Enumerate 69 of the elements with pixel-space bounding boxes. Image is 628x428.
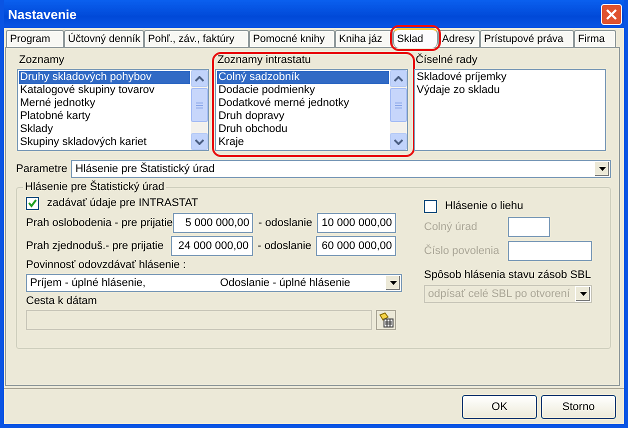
list-item[interactable]: Výdaje zo skladu	[416, 84, 604, 97]
tab[interactable]: Pohľ., záv., faktúry	[144, 30, 249, 47]
field-label: Parametre	[16, 162, 68, 176]
list-label: Číselné rady	[414, 54, 478, 67]
field-label: - odoslanie	[258, 240, 312, 252]
tab[interactable]: Firma	[574, 30, 616, 47]
list-item[interactable]: Druh dopravy	[217, 110, 389, 123]
scroll-down-icon[interactable]	[394, 138, 403, 144]
scrollbar[interactable]	[390, 70, 407, 150]
number-field[interactable]: 60 000 000,00	[316, 236, 396, 256]
close-icon	[606, 8, 617, 20]
list-label: Zoznamy	[18, 54, 66, 67]
parameter-dropdown[interactable]: Hlásenie pre Štatistický úrad	[71, 160, 611, 178]
grip-icon[interactable]	[196, 102, 204, 108]
text-field[interactable]	[508, 241, 592, 261]
field-label: Povinnosť odovzdávať hlásenie :	[26, 259, 187, 272]
field-label: Colný úrad	[424, 220, 478, 234]
grip-icon[interactable]	[394, 102, 402, 108]
field-label: Spôsob hlásenia stavu zásob SBL	[424, 269, 592, 282]
tab[interactable]: Účtovný denník	[64, 30, 144, 47]
group-title: Hlásenie pre Štatistický úrad	[23, 181, 166, 194]
dropdown-arrow-icon	[598, 167, 606, 171]
close-button[interactable]	[601, 4, 622, 24]
field-label: Prah oslobodenia - pre prijatie	[26, 216, 173, 230]
list-label: Zoznamy intrastatu	[216, 54, 312, 67]
scroll-up-icon[interactable]	[195, 76, 204, 82]
number-field[interactable]: 24 000 000,00	[171, 236, 253, 256]
list-item[interactable]: Dodacie podmienky	[217, 84, 389, 97]
list-item[interactable]: Katalogové skupiny tovarov	[19, 84, 190, 97]
checkbox[interactable]	[26, 197, 39, 210]
list-item[interactable]: Merné jednotky	[19, 97, 190, 110]
list-item[interactable]: Colný sadzobník	[217, 71, 389, 84]
tab[interactable]: Sklad	[393, 28, 438, 48]
number-field[interactable]: 5 000 000,00	[172, 213, 254, 233]
field-label: Číslo povolenia	[424, 244, 500, 258]
list-item[interactable]: Skladové príjemky	[416, 71, 604, 84]
scroll-up-icon[interactable]	[394, 76, 403, 82]
list-item[interactable]: Druh obchodu	[217, 123, 389, 136]
list-item[interactable]: Druhy skladových pohybov	[19, 71, 190, 84]
scroll-down-icon[interactable]	[195, 138, 204, 144]
window-title: Nastavenie	[8, 8, 77, 20]
folder-browse-icon[interactable]	[376, 310, 396, 330]
list-item[interactable]: Dodatkové merné jednotky	[217, 97, 389, 110]
field-label: Prah zjednoduš.- pre prijatie	[26, 240, 165, 252]
tab[interactable]: Pomocné knihy	[249, 30, 335, 47]
dialog-button[interactable]: OK	[462, 395, 537, 419]
field-label: Cesta k dátam	[26, 295, 98, 308]
number-field[interactable]: 10 000 000,00	[317, 213, 396, 233]
tab[interactable]: Prístupové práva	[480, 30, 574, 47]
scrollbar[interactable]	[191, 70, 208, 150]
checkbox-label: Hlásenie o liehu	[445, 200, 524, 213]
list-item[interactable]: Kraje	[217, 136, 389, 149]
dialog-button[interactable]: Storno	[541, 395, 616, 419]
tab[interactable]: Adresy	[438, 30, 480, 47]
list-box[interactable]: Skladové príjemky Výdaje zo skladu	[414, 69, 606, 151]
text-field[interactable]	[508, 217, 550, 237]
list-item[interactable]: Sklady	[19, 123, 190, 136]
field-label: - odoslanie	[258, 216, 312, 230]
tab[interactable]: Kniha jáz	[335, 30, 393, 47]
list-item[interactable]: Skupiny skladových kariet	[19, 136, 190, 149]
checkbox-label: zadávať údaje pre INTRASTAT	[47, 197, 198, 210]
dropdown-arrow-icon	[580, 292, 586, 296]
list-box[interactable]: Colný sadzobník Dodacie podmienky Dodatkové merné jednotky Druh dopravy Druh obchodu Kraje	[215, 69, 408, 151]
dropdown-arrow-icon	[390, 281, 396, 285]
tab[interactable]: Program	[6, 30, 64, 47]
obligation-dropdown[interactable]: Príjem - úplné hlásenie, Odoslanie - úplné hlásenie	[26, 274, 402, 292]
list-box[interactable]: Druhy skladových pohybov Katalogové skupiny tovarov Merné jednotky Platobné karty Sklady Skupiny skladových kariet	[17, 69, 210, 151]
checkbox[interactable]	[424, 200, 437, 213]
list-item[interactable]: Platobné karty	[19, 110, 190, 123]
